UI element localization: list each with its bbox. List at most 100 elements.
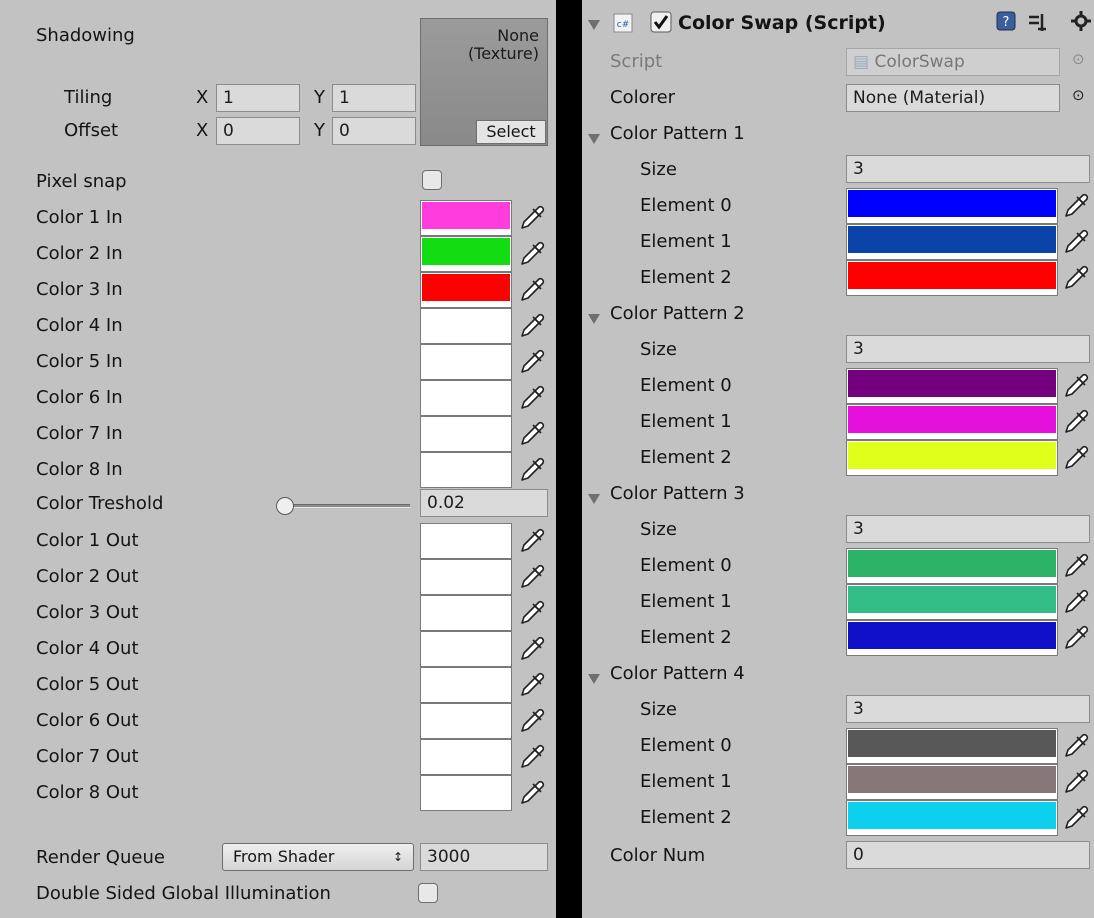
color-out-swatch[interactable] [420,775,512,811]
foldout-arrow-icon[interactable] [588,494,600,504]
eyedropper-icon[interactable] [518,382,546,412]
eyedropper-icon[interactable] [518,705,546,735]
color-fill [848,586,1056,613]
svg-text:c#: c# [617,20,630,30]
double-sided-gi-checkbox[interactable] [418,883,438,903]
color-fill [848,766,1056,793]
eyedropper-icon[interactable] [1062,622,1090,652]
color-out-swatch[interactable] [420,703,512,739]
tiling-y-field[interactable]: 1 [332,84,416,112]
element-color-swatch[interactable] [846,800,1058,836]
eyedropper-icon[interactable] [518,669,546,699]
colorer-field[interactable]: None (Material) [846,84,1060,112]
eyedropper-icon[interactable] [518,741,546,771]
color-out-swatch[interactable] [420,559,512,595]
color-out-swatch[interactable] [420,739,512,775]
eyedropper-icon[interactable] [518,202,546,232]
color-out-swatch[interactable] [420,667,512,703]
element-label: Element 1 [640,231,732,252]
size-field[interactable]: 3 [846,335,1090,363]
element-color-swatch[interactable] [846,260,1058,296]
eyedropper-icon[interactable] [518,561,546,591]
element-color-swatch[interactable] [846,764,1058,800]
offset-x-field[interactable]: 0 [216,117,300,145]
gear-icon[interactable] [1070,10,1092,32]
element-color-swatch[interactable] [846,620,1058,656]
eyedropper-icon[interactable] [1062,190,1090,220]
color-in-swatch[interactable] [420,344,512,380]
element-color-swatch[interactable] [846,584,1058,620]
eyedropper-icon[interactable] [518,777,546,807]
eyedropper-icon[interactable] [518,633,546,663]
render-queue-field[interactable]: 3000 [420,843,548,871]
eyedropper-icon[interactable] [1062,766,1090,796]
eyedropper-icon[interactable] [518,274,546,304]
eyedropper-icon[interactable] [1062,730,1090,760]
eyedropper-icon[interactable] [518,454,546,484]
color-fill [422,705,510,732]
alpha-bar [848,290,1056,294]
eyedropper-icon[interactable] [518,525,546,555]
size-field[interactable]: 3 [846,155,1090,183]
element-color-swatch[interactable] [846,224,1058,260]
eyedropper-icon[interactable] [518,238,546,268]
eyedropper-icon[interactable] [1062,802,1090,832]
size-field[interactable]: 3 [846,695,1090,723]
size-field[interactable]: 3 [846,515,1090,543]
foldout-arrow-icon[interactable] [588,134,600,144]
color-out-swatch[interactable] [420,595,512,631]
element-color-swatch[interactable] [846,188,1058,224]
eyedropper-icon[interactable] [1062,262,1090,292]
color-num-field[interactable]: 0 [846,841,1090,869]
offset-y-field[interactable]: 0 [332,117,416,145]
eyedropper-icon[interactable] [1062,226,1090,256]
texture-slot[interactable]: None (Texture) Select [420,18,548,146]
element-color-swatch[interactable] [846,368,1058,404]
color-in-swatch[interactable] [420,272,512,308]
color-in-swatch[interactable] [420,416,512,452]
eyedropper-icon[interactable] [1062,442,1090,472]
eyedropper-icon[interactable] [518,310,546,340]
component-inspector-panel: c# Color Swap (Script)? Script ▤ ColorSwap ⊙… [582,0,1094,918]
eyedropper-icon[interactable] [518,597,546,627]
eyedropper-icon[interactable] [518,418,546,448]
foldout-arrow-icon[interactable] [588,674,600,684]
color-in-swatch[interactable] [420,236,512,272]
component-foldout-icon[interactable] [588,20,600,30]
tiling-x-field[interactable]: 1 [216,84,300,112]
eyedropper-icon[interactable] [518,346,546,376]
element-color-swatch[interactable] [846,440,1058,476]
color-out-swatch[interactable] [420,523,512,559]
alpha-bar [422,769,510,773]
pixel-snap-checkbox[interactable] [422,170,442,190]
foldout-arrow-icon[interactable] [588,314,600,324]
eyedropper-icon[interactable] [1062,586,1090,616]
threshold-slider-track[interactable] [282,504,410,508]
preset-icon[interactable] [1026,11,1048,33]
element-color-swatch[interactable] [846,728,1058,764]
offset-y-label: Y [314,120,325,141]
color-out-label: Color 1 Out [36,530,139,551]
texture-select-button[interactable]: Select [476,120,546,144]
script-field-value: ColorSwap [874,52,965,72]
element-color-swatch[interactable] [846,404,1058,440]
color-in-label: Color 4 In [36,315,123,336]
color-in-swatch[interactable] [420,308,512,344]
element-color-swatch[interactable] [846,548,1058,584]
eyedropper-icon[interactable] [1062,550,1090,580]
threshold-slider-thumb[interactable] [275,497,294,515]
component-enabled-checkbox[interactable] [650,11,672,33]
color-in-swatch[interactable] [420,380,512,416]
color-in-swatch[interactable] [420,452,512,488]
object-picker-icon[interactable]: ⊙ [1072,86,1085,104]
color-out-swatch[interactable] [420,631,512,667]
threshold-field[interactable]: 0.02 [420,489,548,517]
render-queue-dropdown[interactable]: From Shader ↕ [222,843,414,871]
eyedropper-icon[interactable] [1062,406,1090,436]
color-in-swatch[interactable] [420,200,512,236]
help-icon[interactable]: ? [996,11,1016,31]
tiling-label: Tiling [64,87,113,108]
element-label: Element 2 [640,807,732,828]
color-in-label: Color 8 In [36,459,123,480]
eyedropper-icon[interactable] [1062,370,1090,400]
